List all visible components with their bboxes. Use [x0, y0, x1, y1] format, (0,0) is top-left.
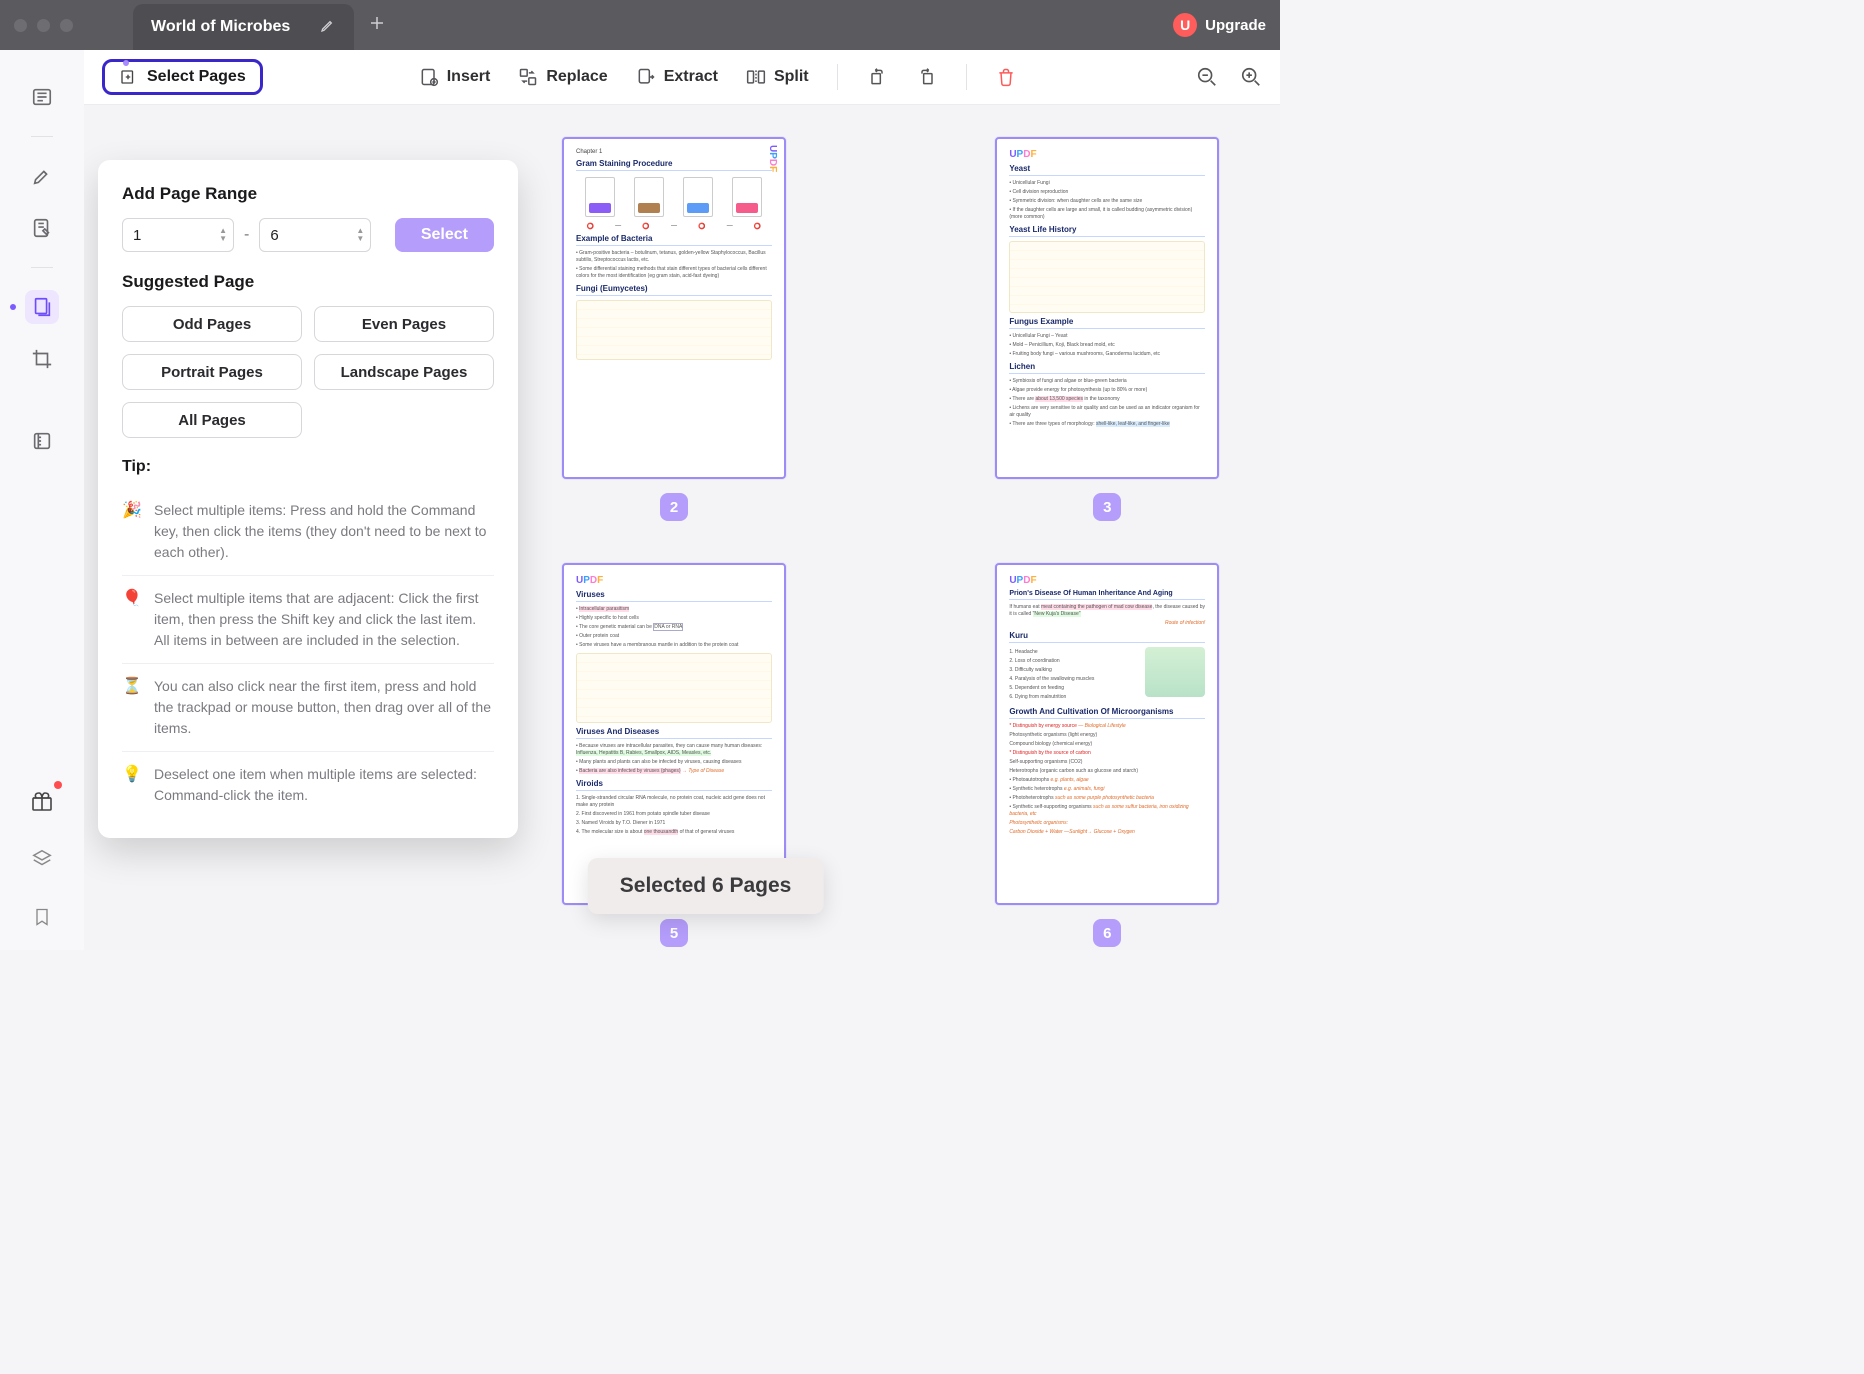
- new-tab-button[interactable]: [368, 14, 386, 37]
- user-badge: U: [1173, 13, 1197, 37]
- odd-pages-button[interactable]: Odd Pages: [122, 306, 302, 342]
- page-number-badge: 3: [1093, 493, 1121, 521]
- bookmark-icon[interactable]: [25, 900, 59, 934]
- tab-title: World of Microbes: [151, 18, 290, 36]
- layers-icon[interactable]: [25, 842, 59, 876]
- close-window-icon[interactable]: [14, 19, 27, 32]
- left-sidebar: [0, 50, 84, 950]
- zoom-out-icon[interactable]: [1196, 66, 1218, 88]
- balloon-icon: 🎈: [122, 588, 142, 651]
- page-thumbnail[interactable]: Chapter 1UPDF Gram Staining Procedure ⭕—…: [562, 137, 786, 479]
- tip-item: 🎉 Select multiple items: Press and hold …: [122, 488, 494, 576]
- suggested-heading: Suggested Page: [122, 272, 494, 292]
- add-range-heading: Add Page Range: [122, 184, 494, 204]
- select-pages-label: Select Pages: [147, 68, 246, 86]
- selection-toast: Selected 6 Pages: [588, 858, 824, 914]
- organize-pages-icon[interactable]: [25, 290, 59, 324]
- range-to-input[interactable]: 6 ▲▼: [259, 218, 371, 252]
- window-controls: [14, 19, 73, 32]
- range-dash: -: [244, 226, 249, 244]
- trash-icon[interactable]: [995, 66, 1017, 88]
- all-pages-button[interactable]: All Pages: [122, 402, 302, 438]
- apply-range-button[interactable]: Select: [395, 218, 494, 252]
- page-number-badge: 6: [1093, 919, 1121, 947]
- even-pages-button[interactable]: Even Pages: [314, 306, 494, 342]
- upgrade-label: Upgrade: [1205, 17, 1266, 34]
- crop-icon[interactable]: [25, 342, 59, 376]
- edit-pdf-icon[interactable]: [25, 211, 59, 245]
- zoom-in-icon[interactable]: [1240, 66, 1262, 88]
- page-number-badge: 5: [660, 919, 688, 947]
- party-popper-icon: 🎉: [122, 500, 142, 563]
- reader-mode-icon[interactable]: [25, 80, 59, 114]
- tip-item: ⏳ You can also click near the first item…: [122, 664, 494, 752]
- portrait-pages-button[interactable]: Portrait Pages: [122, 354, 302, 390]
- page-number-badge: 2: [660, 493, 688, 521]
- tip-heading: Tip:: [122, 458, 494, 476]
- hourglass-icon: ⏳: [122, 676, 142, 739]
- lightbulb-icon: 💡: [122, 764, 142, 806]
- gift-icon[interactable]: [25, 784, 59, 818]
- select-pages-popover: Add Page Range 1 ▲▼ - 6 ▲▼ Select Sug: [98, 160, 518, 838]
- page-thumbnail[interactable]: UPDF Yeast • Unicellular Fungi• Cell div…: [995, 137, 1219, 479]
- pencil-icon[interactable]: [320, 17, 336, 38]
- tip-item: 💡 Deselect one item when multiple items …: [122, 752, 494, 818]
- range-from-input[interactable]: 1 ▲▼: [122, 218, 234, 252]
- rotate-left-icon[interactable]: [866, 66, 888, 88]
- insert-button[interactable]: Insert: [419, 67, 491, 87]
- stepper-icon[interactable]: ▲▼: [356, 227, 364, 243]
- titlebar: World of Microbes U Upgrade: [0, 0, 1280, 50]
- compress-icon[interactable]: [25, 424, 59, 458]
- minimize-window-icon[interactable]: [37, 19, 50, 32]
- landscape-pages-button[interactable]: Landscape Pages: [314, 354, 494, 390]
- page-thumbnail[interactable]: UPDF Viruses • Intracellular parasitism …: [562, 563, 786, 905]
- stepper-icon[interactable]: ▲▼: [219, 227, 227, 243]
- rotate-right-icon[interactable]: [916, 66, 938, 88]
- split-button[interactable]: Split: [746, 67, 809, 87]
- upgrade-button[interactable]: U Upgrade: [1173, 13, 1266, 37]
- select-pages-button[interactable]: Select Pages: [102, 59, 263, 95]
- replace-button[interactable]: Replace: [518, 67, 607, 87]
- highlighter-icon[interactable]: [25, 159, 59, 193]
- document-tab[interactable]: World of Microbes: [133, 4, 354, 50]
- page-toolbar: Select Pages Insert Replace Extract Spli…: [84, 50, 1280, 105]
- maximize-window-icon[interactable]: [60, 19, 73, 32]
- extract-button[interactable]: Extract: [636, 67, 718, 87]
- page-thumbnail[interactable]: UPDF Prion's Disease Of Human Inheritanc…: [995, 563, 1219, 905]
- tip-item: 🎈 Select multiple items that are adjacen…: [122, 576, 494, 664]
